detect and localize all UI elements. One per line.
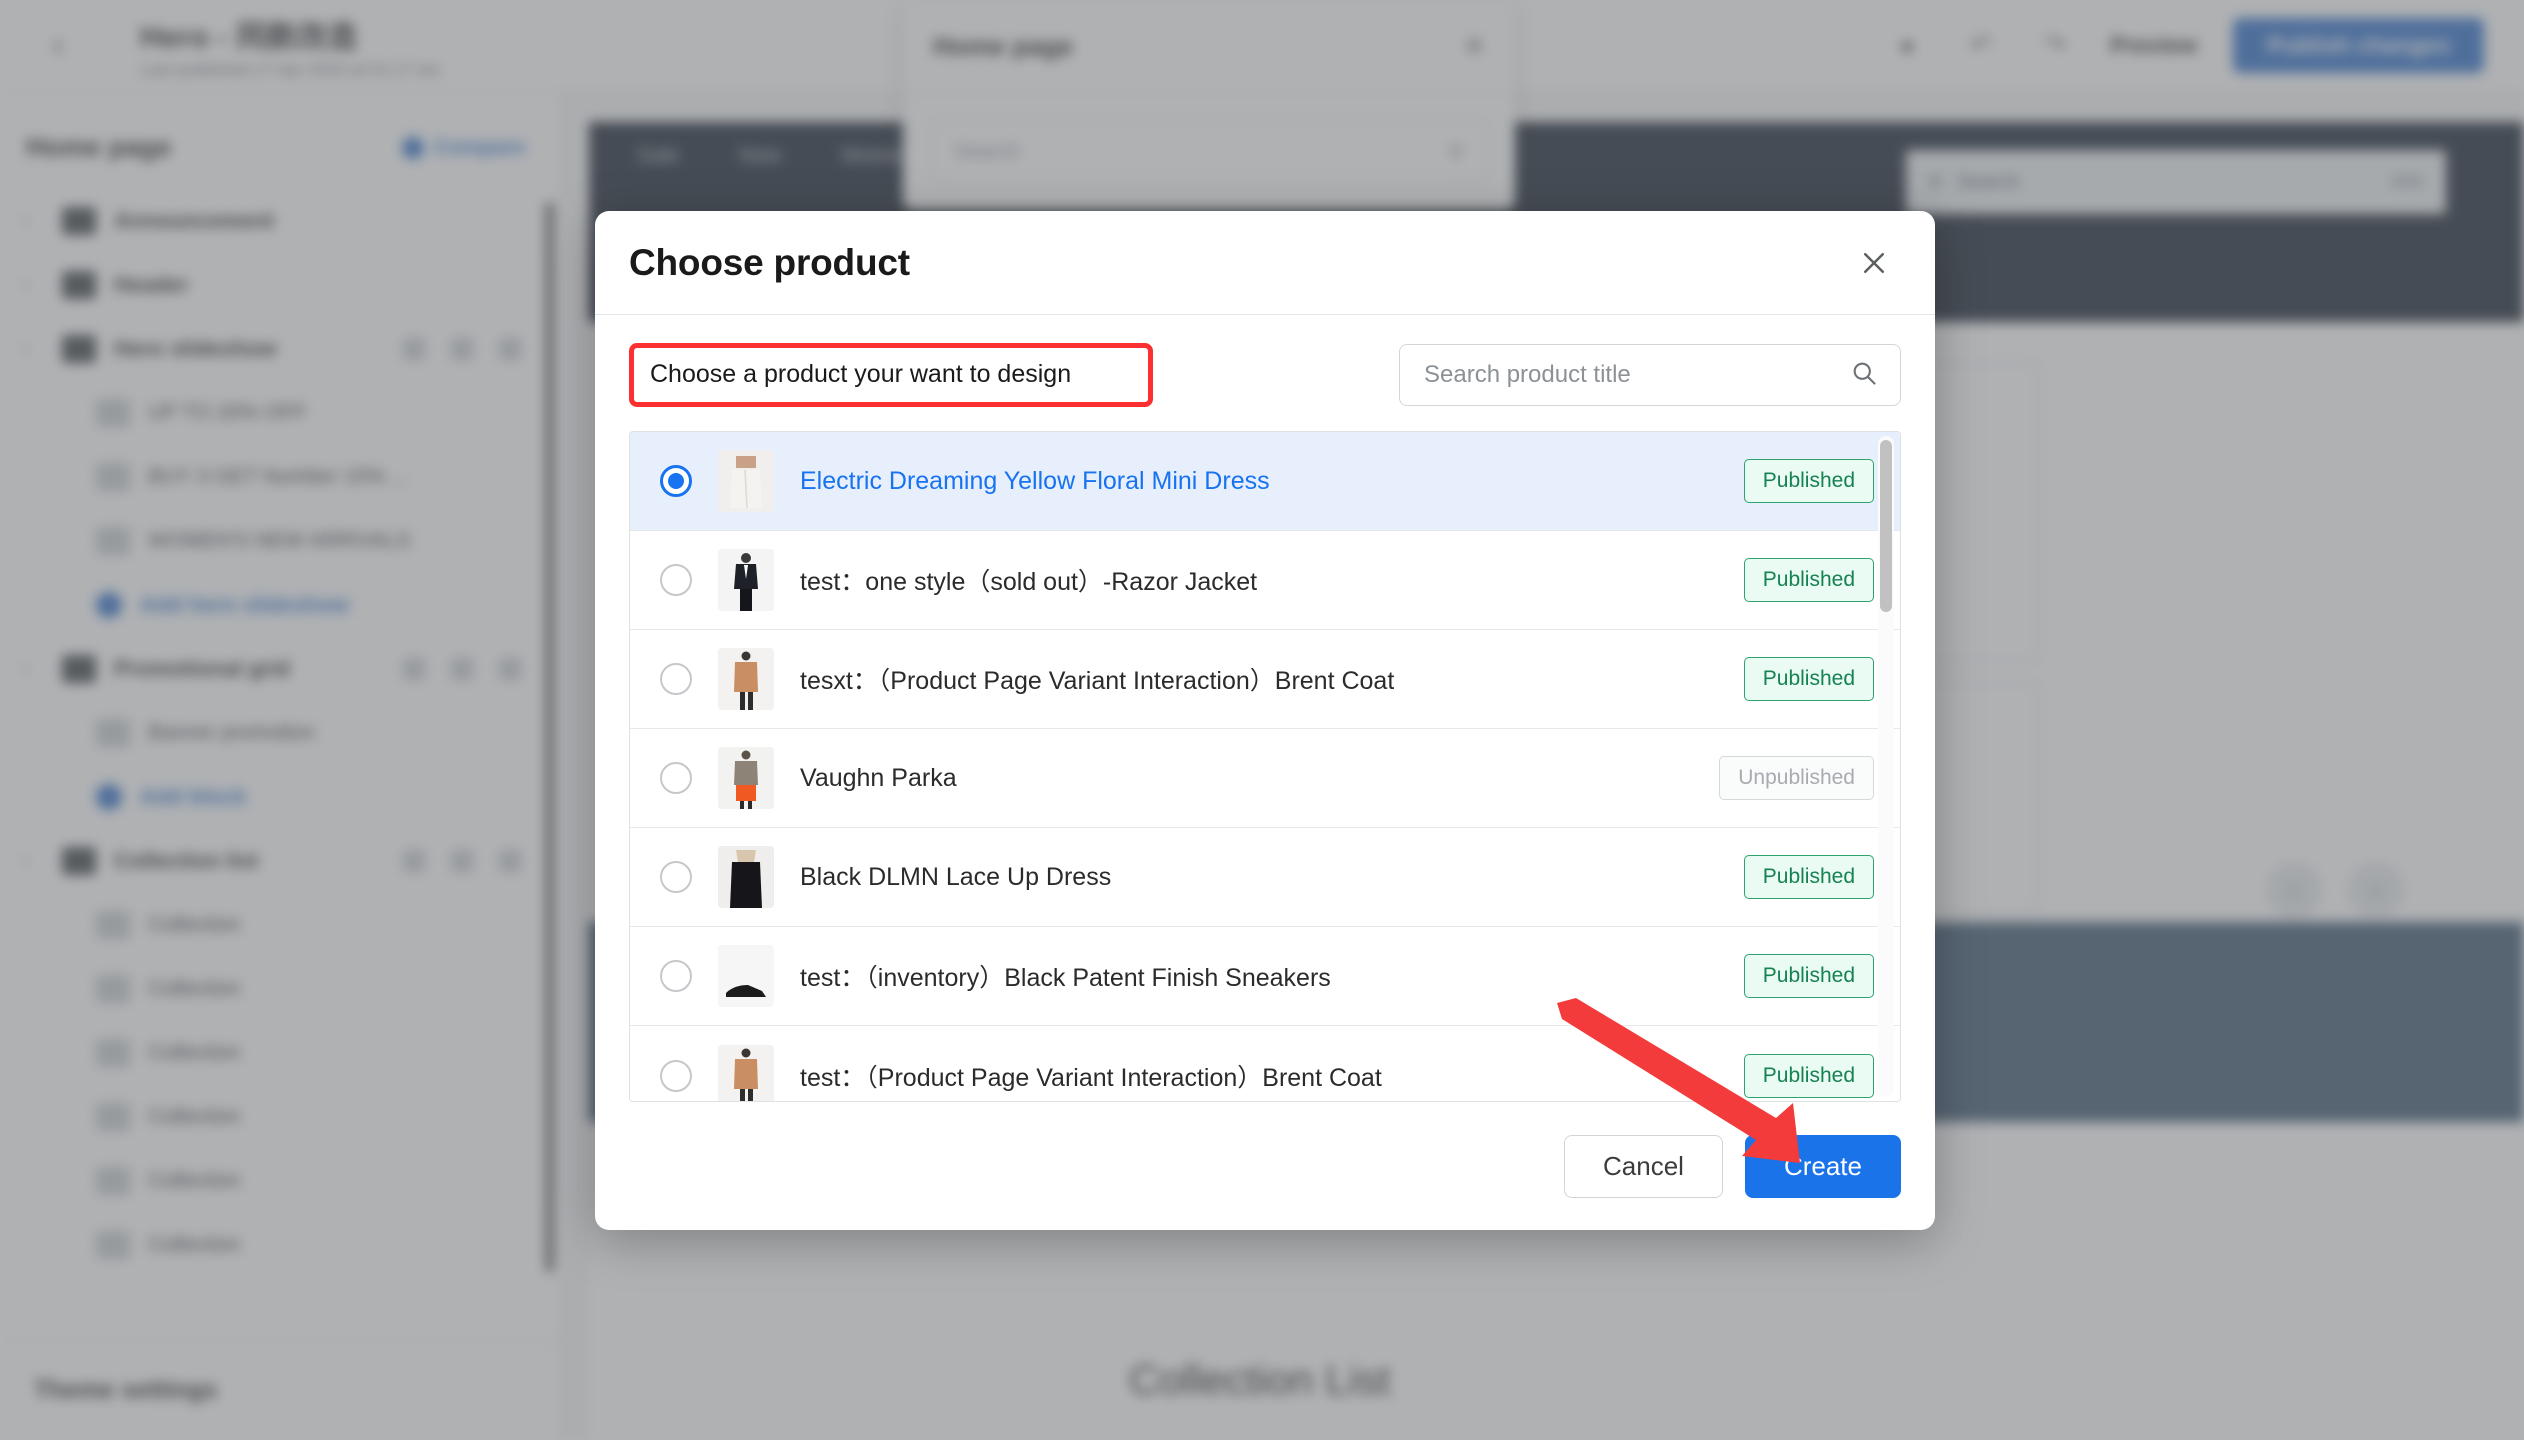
product-name: Electric Dreaming Yellow Floral Mini Dre… (800, 466, 1270, 495)
close-icon[interactable] (1851, 240, 1897, 286)
product-name: test：（inventory）Black Patent Finish Snea… (800, 964, 1331, 992)
screen-root: ‹ Hero - 同款改造 Last published 17 Apr 2023… (0, 0, 2524, 1440)
product-radio[interactable] (660, 465, 692, 497)
cancel-button[interactable]: Cancel (1564, 1134, 1723, 1198)
modal-title: Choose product (629, 241, 910, 283)
table-row[interactable]: Electric Dreaming Yellow Floral Mini Dre… (630, 432, 1900, 531)
product-thumbnail (718, 450, 774, 512)
modal-footer: Cancel Create (595, 1102, 1935, 1230)
search-input[interactable] (1424, 361, 1850, 389)
product-name: test：one style（sold out）-Razor Jacket (800, 568, 1258, 596)
product-radio[interactable] (660, 762, 692, 794)
create-button[interactable]: Create (1744, 1134, 1901, 1198)
choose-product-modal: Choose product Choose a product your wan… (595, 211, 1935, 1230)
product-list-scroll: Electric Dreaming Yellow Floral Mini Dre… (630, 432, 1900, 1101)
scrollbar-thumb[interactable] (1880, 440, 1892, 612)
product-radio[interactable] (660, 861, 692, 893)
hint-text: Choose a product your want to design (650, 359, 1072, 388)
product-radio[interactable] (660, 663, 692, 695)
product-name: test：（Product Page Variant Interaction）B… (800, 1063, 1382, 1092)
status-badge: Published (1743, 558, 1874, 602)
modal-toolbar: Choose a product your want to design (595, 315, 1935, 431)
table-row[interactable]: test：（Product Page Variant Interaction）B… (630, 1026, 1900, 1101)
table-row[interactable]: Black DLMN Lace Up Dress Published (630, 828, 1900, 927)
product-list-scrollbar[interactable] (1878, 436, 1894, 1097)
product-thumbnail (718, 1044, 774, 1101)
product-thumbnail (718, 945, 774, 1007)
modal-header: Choose product (595, 211, 1935, 315)
product-list: Electric Dreaming Yellow Floral Mini Dre… (629, 431, 1901, 1102)
status-badge: Published (1743, 954, 1874, 998)
product-thumbnail (718, 549, 774, 611)
product-name: tesxt：（Product Page Variant Interaction）… (800, 667, 1395, 695)
product-thumbnail (718, 846, 774, 908)
product-name: Black DLMN Lace Up Dress (800, 862, 1112, 891)
status-badge: Unpublished (1719, 756, 1874, 800)
product-search-field[interactable] (1399, 344, 1901, 406)
status-badge: Published (1743, 855, 1874, 899)
status-badge: Published (1743, 459, 1874, 503)
table-row[interactable]: test：（inventory）Black Patent Finish Snea… (630, 927, 1900, 1026)
hint-highlight-box: Choose a product your want to design (629, 343, 1153, 407)
status-badge: Published (1743, 657, 1874, 701)
product-radio[interactable] (660, 960, 692, 992)
status-badge: Published (1743, 1053, 1874, 1098)
table-row[interactable]: test：one style（sold out）-Razor Jacket Pu… (630, 531, 1900, 630)
search-icon (1850, 359, 1878, 392)
product-name: Vaughn Parka (800, 763, 957, 792)
product-radio[interactable] (660, 564, 692, 596)
product-thumbnail (718, 648, 774, 710)
table-row[interactable]: Vaughn Parka Unpublished (630, 729, 1900, 828)
product-thumbnail (718, 747, 774, 809)
table-row[interactable]: tesxt：（Product Page Variant Interaction）… (630, 630, 1900, 729)
product-radio[interactable] (660, 1059, 692, 1092)
